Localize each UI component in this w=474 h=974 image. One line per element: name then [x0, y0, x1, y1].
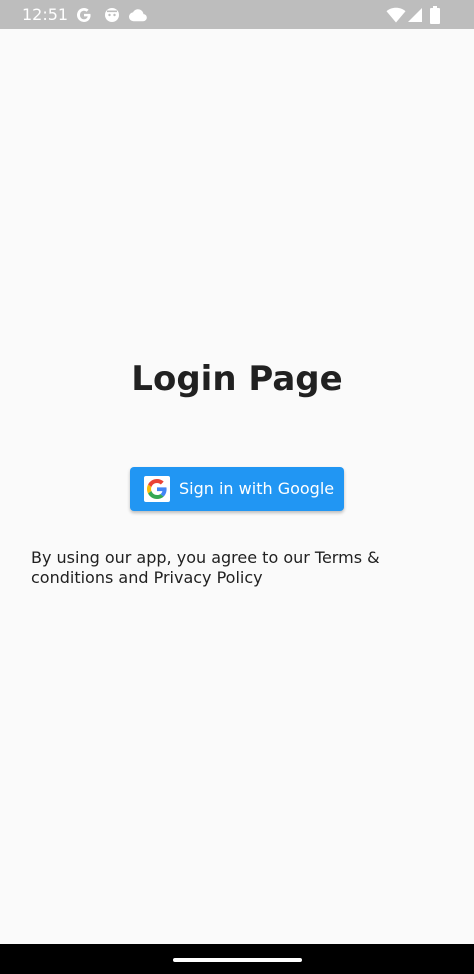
page-title: Login Page — [131, 359, 343, 399]
home-gesture-handle[interactable] — [173, 958, 302, 962]
cloud-icon — [129, 6, 147, 24]
google-sign-in-label: Sign in with Google — [179, 479, 335, 498]
signal-icon — [407, 6, 423, 24]
status-bar: 12:51 — [0, 0, 474, 29]
android-notification-icon — [104, 6, 120, 24]
google-notification-icon — [76, 6, 92, 24]
wifi-icon — [386, 6, 406, 24]
status-time: 12:51 — [22, 5, 69, 24]
navigation-bar — [0, 944, 474, 974]
terms-text: By using our app, you agree to our Terms… — [31, 548, 380, 587]
google-sign-in-button[interactable]: Sign in with Google — [130, 467, 344, 511]
google-logo-icon — [144, 476, 170, 502]
battery-icon — [430, 6, 440, 24]
